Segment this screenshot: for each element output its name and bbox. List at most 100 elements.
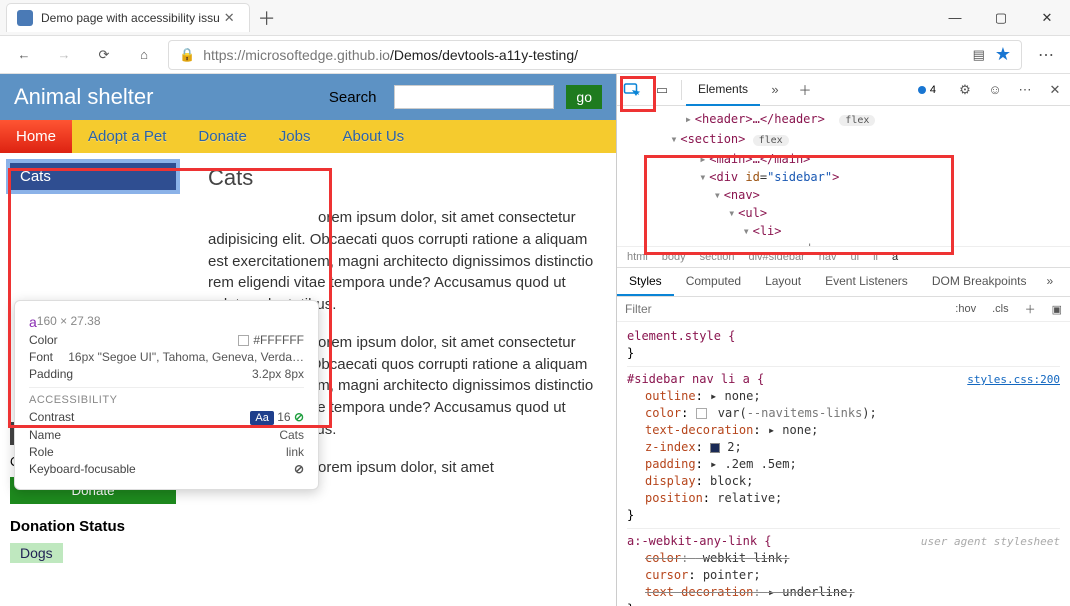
styles-body[interactable]: element.style {} styles.css:200 #sidebar…	[617, 322, 1070, 606]
page-header: Animal shelter Search go	[0, 74, 616, 120]
url-field[interactable]: 🔒 https://microsoftedge.github.io/Demos/…	[168, 40, 1022, 70]
crumb-ul[interactable]: ul	[851, 251, 860, 263]
css-prop-display[interactable]: display: block;	[627, 473, 1060, 490]
nav-adopt[interactable]: Adopt a Pet	[72, 120, 182, 153]
css-prop-text-decoration[interactable]: text-decoration: ▸ underline;	[627, 584, 1060, 601]
close-tab-icon[interactable]: ✕	[220, 10, 239, 26]
inspect-tooltip: a160 × 27.38 Color#FFFFFF Font16px "Sego…	[14, 300, 319, 490]
tip-color-val: #FFFFFF	[238, 333, 304, 347]
crumb-body[interactable]: body	[662, 251, 686, 263]
hov-toggle[interactable]: :hov	[947, 303, 984, 315]
devtools-panel: ▭ Elements » ＋ 4 ⚙ ☺ ⋯ ✕ ▸<header>…</hea…	[616, 74, 1070, 606]
maximize-icon[interactable]: ▢	[978, 3, 1024, 33]
nav-about[interactable]: About Us	[326, 120, 420, 153]
check-icon: ⊘	[294, 462, 304, 476]
tip-font-val: 16px "Segoe UI", Tahoma, Geneva, Verda…	[68, 350, 304, 364]
url-text: https://microsoftedge.github.io/Demos/de…	[203, 47, 578, 63]
tip-padding-val: 3.2px 8px	[252, 367, 304, 381]
tab-elements[interactable]: Elements	[686, 74, 760, 106]
back-button[interactable]: ←	[8, 39, 40, 71]
tip-contrast-val: Aa 16 ⊘	[250, 410, 304, 425]
article-heading: Cats	[208, 165, 594, 191]
feedback-icon[interactable]: ☺	[980, 75, 1010, 105]
nav-jobs[interactable]: Jobs	[263, 120, 327, 153]
tip-a11y-heading: ACCESSIBILITY	[29, 394, 304, 406]
reader-icon[interactable]: ▤	[973, 47, 985, 63]
tab-event-listeners[interactable]: Event Listeners	[813, 268, 920, 296]
color-swatch-white	[238, 335, 249, 346]
rule-source-link[interactable]: styles.css:200	[967, 371, 1060, 388]
search-input[interactable]	[394, 85, 554, 109]
css-prop-text-decoration[interactable]: text-decoration: ▸ none;	[627, 422, 1060, 439]
lock-icon: 🔒	[179, 47, 195, 63]
favorite-icon[interactable]: ★	[995, 44, 1011, 65]
aa-badge: Aa	[250, 411, 273, 425]
reload-button[interactable]: ⟳	[88, 39, 120, 71]
styles-filter-input[interactable]	[617, 297, 947, 321]
tip-role-val: link	[286, 445, 304, 459]
issue-dot-icon	[918, 86, 926, 94]
tab-styles[interactable]: Styles	[617, 268, 674, 296]
tip-padding-label: Padding	[29, 367, 252, 381]
home-button[interactable]: ⌂	[128, 39, 160, 71]
new-tab-button[interactable]: ＋	[258, 5, 276, 31]
more-styles-tabs-icon[interactable]: »	[1039, 268, 1062, 296]
dom-breadcrumbs[interactable]: html body section div#sidebar nav ul li …	[617, 246, 1070, 268]
tip-color-label: Color	[29, 333, 238, 347]
box-model-icon[interactable]: ▣	[1044, 303, 1070, 316]
forward-button: →	[48, 39, 80, 71]
minimize-icon[interactable]: —	[932, 3, 978, 33]
css-prop-padding[interactable]: padding: ▸ .2em .5em;	[627, 456, 1060, 473]
close-devtools-icon[interactable]: ✕	[1040, 75, 1070, 105]
tip-dims: 160 × 27.38	[37, 314, 101, 330]
close-window-icon[interactable]: ✕	[1024, 3, 1070, 33]
crumb-li[interactable]: li	[873, 251, 878, 263]
tab-title: Demo page with accessibility issu	[41, 11, 220, 25]
tip-kbd-label: Keyboard-focusable	[29, 462, 294, 476]
add-tab-icon[interactable]: ＋	[790, 75, 820, 105]
css-prop-position[interactable]: position: relative;	[627, 490, 1060, 507]
issues-badge[interactable]: 4	[910, 83, 944, 97]
browser-tab[interactable]: Demo page with accessibility issu ✕	[6, 3, 250, 32]
css-prop-color[interactable]: color: var(--navitems-links);	[627, 405, 1060, 422]
tip-font-label: Font	[29, 350, 68, 364]
device-toolbar-icon[interactable]: ▭	[647, 75, 677, 105]
page-viewport: Animal shelter Search go Home Adopt a Pe…	[0, 74, 616, 606]
crumb-nav[interactable]: nav	[819, 251, 837, 263]
rule-selector-2: a:-webkit-any-link {	[627, 534, 772, 548]
window-controls: — ▢ ✕	[932, 3, 1070, 33]
nav-donate[interactable]: Donate	[182, 120, 262, 153]
styles-filter-row: :hov .cls ＋ ▣	[617, 297, 1070, 322]
crumb-a[interactable]: a	[892, 251, 898, 263]
devtools-menu-icon[interactable]: ⋯	[1010, 75, 1040, 105]
new-rule-icon[interactable]: ＋	[1017, 301, 1044, 317]
tab-dom-breakpoints[interactable]: DOM Breakpoints	[920, 268, 1039, 296]
favicon	[17, 10, 33, 26]
css-prop-outline[interactable]: outline: ▸ none;	[627, 388, 1060, 405]
css-prop-z-index[interactable]: z-index: 2;	[627, 439, 1060, 456]
css-prop-color[interactable]: color: -webkit-link;	[627, 550, 1060, 567]
tip-element: a	[29, 314, 37, 330]
rule-selector-1: #sidebar nav li a {	[627, 372, 764, 386]
crumb-section[interactable]: section	[700, 251, 735, 263]
sidebar-link-cats[interactable]: Cats	[10, 163, 176, 190]
devtools-toolbar: ▭ Elements » ＋ 4 ⚙ ☺ ⋯ ✕	[617, 74, 1070, 106]
crumb-div[interactable]: div#sidebar	[749, 251, 805, 263]
css-prop-cursor[interactable]: cursor: pointer;	[627, 567, 1060, 584]
tab-computed[interactable]: Computed	[674, 268, 753, 296]
browser-menu-icon[interactable]: ⋯	[1030, 39, 1062, 71]
cls-toggle[interactable]: .cls	[984, 303, 1017, 315]
crumb-html[interactable]: html	[627, 251, 648, 263]
browser-titlebar: Demo page with accessibility issu ✕ ＋ — …	[0, 0, 1070, 36]
ua-note: user agent stylesheet	[921, 533, 1060, 550]
tip-contrast-label: Contrast	[29, 410, 250, 425]
tab-layout[interactable]: Layout	[753, 268, 813, 296]
more-tabs-icon[interactable]: »	[760, 75, 790, 105]
settings-icon[interactable]: ⚙	[950, 75, 980, 105]
go-button[interactable]: go	[566, 85, 602, 109]
inspect-element-icon[interactable]	[617, 75, 647, 105]
nav-home[interactable]: Home	[0, 120, 72, 153]
status-item-dogs[interactable]: Dogs	[10, 543, 63, 563]
dom-tree[interactable]: ▸<header>…</header> flex ▾<section> flex…	[617, 106, 1070, 246]
check-icon: ⊘	[294, 410, 304, 424]
